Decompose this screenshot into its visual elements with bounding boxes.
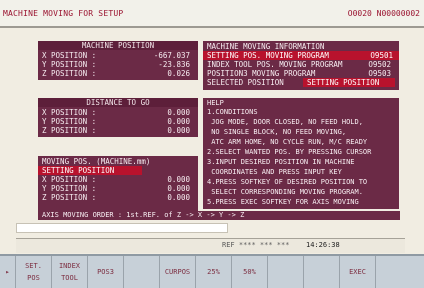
softkey-blank-3[interactable] [304, 256, 340, 288]
status-bar: REF **** *** *** 14:26:38 [16, 238, 405, 253]
softkey-blank-1[interactable] [124, 256, 160, 288]
softkey-25-percent[interactable]: 25% [196, 256, 232, 288]
help-line: JOG MODE, DOOR CLOSED, NO FEED HOLD, [207, 118, 363, 126]
help-line: 5.PRESS EXEC SOFTKEY FOR AXIS MOVING [207, 198, 359, 206]
mv-y-value[interactable]: 0.000 [167, 184, 190, 193]
info-row-setting-label: SETTING POS. MOVING PROGRAM [207, 51, 329, 60]
info-row-index-label: INDEX TOOL POS. MOVING PROGRAM [207, 60, 343, 69]
softkey-set-pos[interactable]: SET. POS [16, 256, 52, 288]
moving-info-header: MACHINE MOVING INFORMATION [207, 42, 325, 51]
mp-z-label: Z POSITION : [42, 69, 97, 78]
info-row-setting-program: O9501 [370, 51, 393, 60]
cnc-screen: MACHINE MOVING FOR SETUP O0020 N00000002… [0, 0, 424, 288]
distance-to-go-panel: X POSITION : 0.000 Y POSITION : 0.000 Z … [38, 107, 198, 137]
info-row-setting[interactable]: SETTING POS. MOVING PROGRAM O9501 [203, 51, 399, 60]
help-line: 1.CONDITIONS [207, 108, 258, 116]
help-line: 4.PRESS SOFTKEY OF DESIRED POSITION TO [207, 178, 368, 186]
dtg-z-value: 0.000 [167, 126, 190, 135]
info-row-pos3-label: POSITION3 MOVING PROGRAM [207, 69, 316, 78]
axis-order-bar: AXIS MOVING ORDER : 1st.REF. of Z -> X -… [38, 211, 400, 220]
moving-info-panel: MACHINE MOVING INFORMATION SETTING POS. … [203, 41, 399, 90]
dtg-x-value: 0.000 [167, 108, 190, 117]
help-line: 2.SELECT WANTED POS. BY PRESSING CURSOR [207, 148, 372, 156]
mp-z-value: 0.026 [167, 69, 190, 78]
help-line: 3.INPUT DESIRED POSITION IN MACHINE [207, 158, 355, 166]
mp-x-label: X POSITION : [42, 51, 97, 60]
selected-position-label: SELECTED POSITION [207, 78, 284, 87]
machine-position-panel: X POSITION : -667.037 Y POSITION : -23.8… [38, 50, 198, 80]
softkey-index-tool[interactable]: INDEX TOOL [52, 256, 88, 288]
dtg-y-value: 0.000 [167, 117, 190, 126]
softkey-pos3[interactable]: POS3 [88, 256, 124, 288]
moving-pos-panel: MOVING POS. (MACHINE.mm) SETTING POSITIO… [38, 156, 198, 211]
softkey-exec[interactable]: EXEC [340, 256, 376, 288]
softkey-curpos[interactable]: CURPOS [160, 256, 196, 288]
setting-position-field[interactable]: SETTING POSITION [38, 166, 142, 175]
ref-status: REF **** *** *** [222, 241, 290, 249]
softkey-50-percent[interactable]: 50% [232, 256, 268, 288]
screen-title: MACHINE MOVING FOR SETUP [3, 9, 124, 18]
help-line: ATC ARM HOME, NO CYCLE RUN, M/C READY [207, 138, 368, 146]
title-bar: MACHINE MOVING FOR SETUP O0020 N00000002 [0, 0, 424, 28]
softkey-return[interactable]: ▸ [0, 256, 16, 288]
clock: 14:26:38 [306, 241, 340, 249]
help-line: SELECT CORRESPONDING MOVING PROGRAM. [207, 188, 363, 196]
mp-y-label: Y POSITION : [42, 60, 97, 69]
selected-position-value: SETTING POSITION [303, 78, 395, 87]
softkey-blank-4[interactable] [376, 256, 424, 288]
help-line: COORDINATES AND PRESS INPUT KEY [207, 168, 342, 176]
mv-x-value[interactable]: 0.000 [167, 175, 190, 184]
mv-z-label: Z POSITION : [42, 193, 97, 202]
mv-x-label: X POSITION : [42, 175, 97, 184]
moving-pos-header: MOVING POS. (MACHINE.mm) [42, 157, 151, 166]
info-row-index-program: O9502 [368, 60, 391, 69]
machine-position-header: MACHINE POSITION [38, 41, 198, 50]
help-panel: HELP 1.CONDITIONS JOG MODE, DOOR CLOSED,… [203, 98, 399, 209]
axis-order-text: AXIS MOVING ORDER : 1st.REF. of Z -> X -… [42, 211, 245, 219]
distance-to-go-header: DISTANCE TO GO [38, 98, 198, 107]
mp-y-value: -23.836 [158, 60, 190, 69]
mp-x-value: -667.037 [153, 51, 190, 60]
softkey-blank-2[interactable] [268, 256, 304, 288]
help-line: NO SINGLE BLOCK, NO FEED MOVING, [207, 128, 347, 136]
dtg-x-label: X POSITION : [42, 108, 97, 117]
dtg-z-label: Z POSITION : [42, 126, 97, 135]
dtg-y-label: Y POSITION : [42, 117, 97, 126]
mv-z-value[interactable]: 0.000 [167, 193, 190, 202]
program-number: O0020 N00000002 [347, 9, 420, 18]
mv-y-label: Y POSITION : [42, 184, 97, 193]
input-buffer[interactable] [16, 223, 228, 233]
info-row-pos3-program: O9503 [368, 69, 391, 78]
